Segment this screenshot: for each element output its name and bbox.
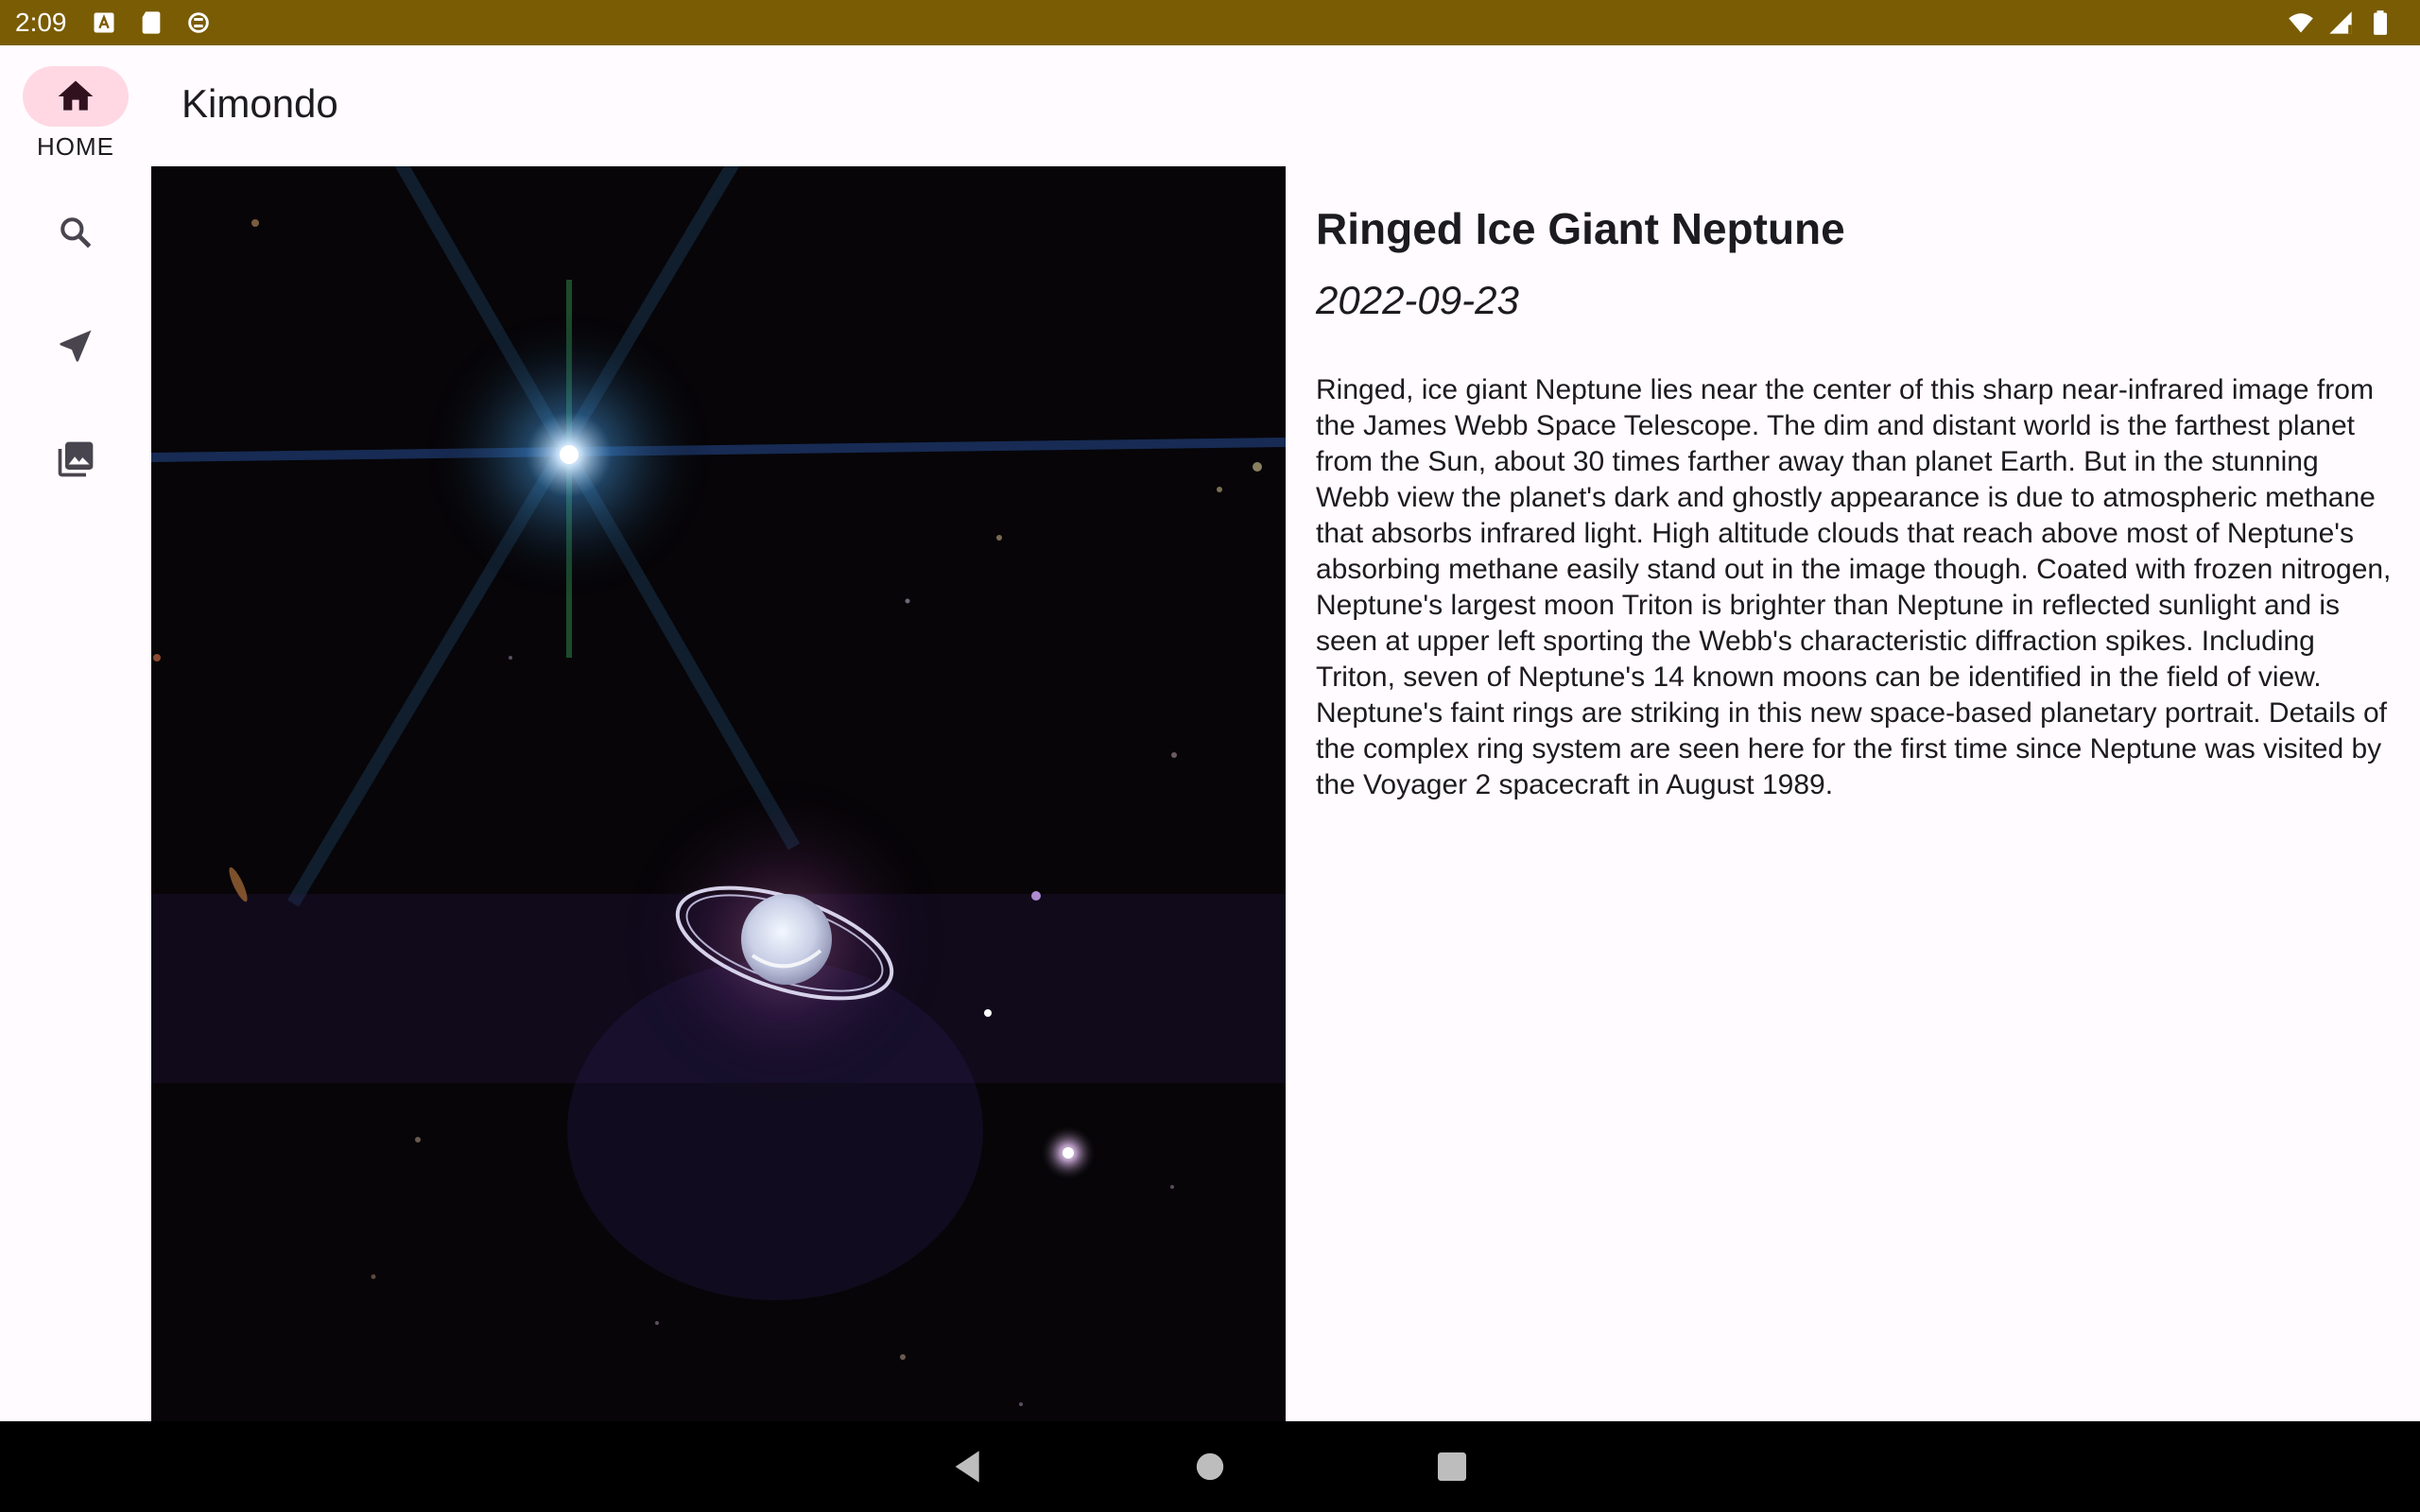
status-notification-icons: [91, 9, 212, 36]
battery-icon: [2374, 10, 2387, 35]
nav-item-gallery[interactable]: [0, 429, 151, 490]
recents-icon[interactable]: [1433, 1448, 1471, 1486]
status-system-icons: [2288, 9, 2394, 36]
nav-home-indicator[interactable]: [23, 66, 129, 127]
apod-image[interactable]: [151, 166, 1286, 1421]
nav-item-search[interactable]: [0, 202, 151, 263]
nav-location-button[interactable]: [23, 316, 129, 376]
back-icon[interactable]: [949, 1448, 987, 1486]
a-box-icon: [94, 12, 114, 33]
nav-gallery-button[interactable]: [23, 429, 129, 490]
nav-item-location[interactable]: [0, 316, 151, 376]
signal-icon: [2329, 11, 2352, 34]
wifi-icon: [2289, 13, 2313, 33]
status-bar: 2:09: [0, 0, 2420, 45]
home-circle-icon[interactable]: [1191, 1448, 1229, 1486]
photo-library-icon: [58, 441, 94, 477]
app-title: Kimondo: [182, 81, 338, 126]
navigation-rail: HOME: [0, 45, 151, 1421]
system-navigation-bar: [0, 1421, 2420, 1512]
neptune-image: [151, 166, 1286, 1421]
apod-detail: Ringed Ice Giant Neptune 2022-09-23 Ring…: [1316, 197, 2394, 832]
apod-explanation: Ringed, ice giant Neptune lies near the …: [1316, 374, 2392, 800]
sd-card-icon: [142, 11, 161, 34]
navigation-arrow-icon: [60, 330, 92, 362]
sync-icon: [188, 12, 209, 33]
status-time: 2:09: [15, 8, 67, 37]
apod-title: Ringed Ice Giant Neptune: [1316, 204, 1845, 253]
nav-item-home[interactable]: HOME: [0, 66, 151, 162]
nav-home-label: HOME: [37, 132, 114, 161]
apod-date: 2022-09-23: [1316, 278, 1519, 322]
nav-search-button[interactable]: [23, 202, 129, 263]
home-icon: [58, 80, 94, 111]
search-icon: [60, 217, 92, 249]
